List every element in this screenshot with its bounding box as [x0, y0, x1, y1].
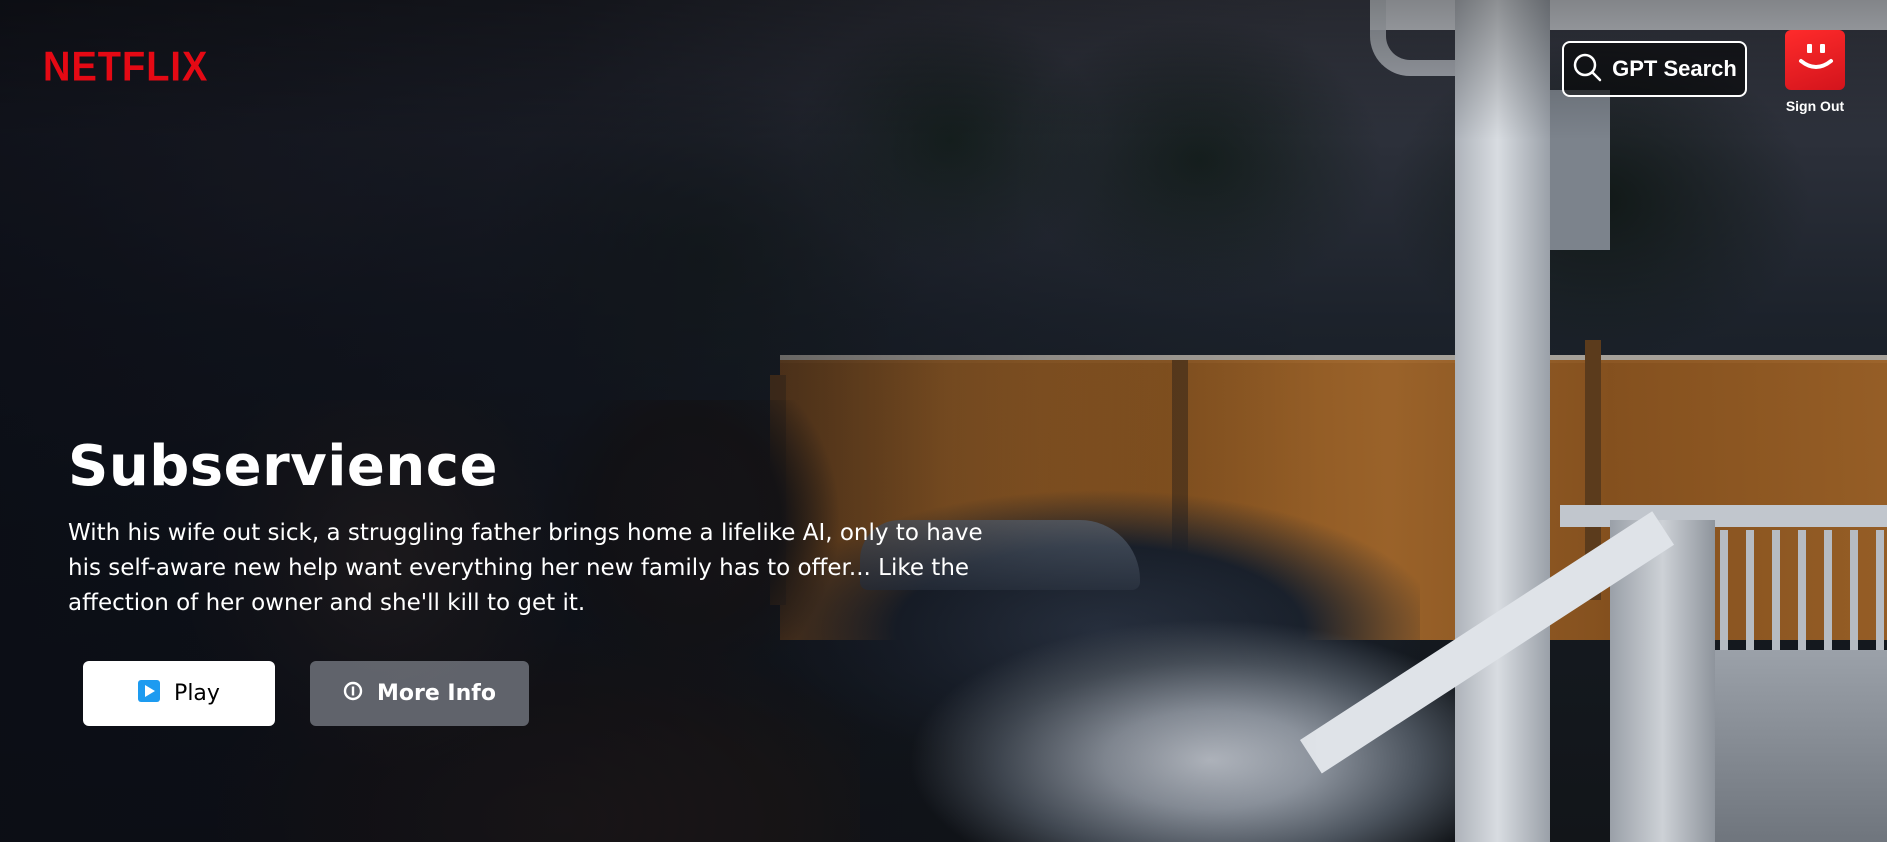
netflix-logo[interactable]: NETFLIX [43, 44, 208, 91]
more-info-button[interactable]: More Info [310, 661, 529, 726]
profile-menu: Sign Out [1780, 30, 1850, 114]
more-info-label: More Info [377, 681, 496, 706]
hero-banner: NETFLIX GPT Search Sign Out Subservience… [0, 0, 1887, 842]
hero-title: Subservience [68, 434, 498, 499]
smiley-avatar-icon[interactable] [1785, 30, 1845, 90]
hero-description: With his wife out sick, a struggling fat… [68, 520, 983, 616]
info-icon [343, 681, 363, 707]
play-button-label: Play [174, 681, 220, 706]
sign-out-button[interactable]: Sign Out [1780, 98, 1850, 114]
play-button[interactable]: Play [83, 661, 275, 726]
search-icon [1572, 52, 1602, 87]
gpt-search-label: GPT Search [1612, 56, 1737, 81]
gpt-search-button[interactable]: GPT Search [1562, 41, 1747, 97]
play-icon [138, 679, 161, 708]
